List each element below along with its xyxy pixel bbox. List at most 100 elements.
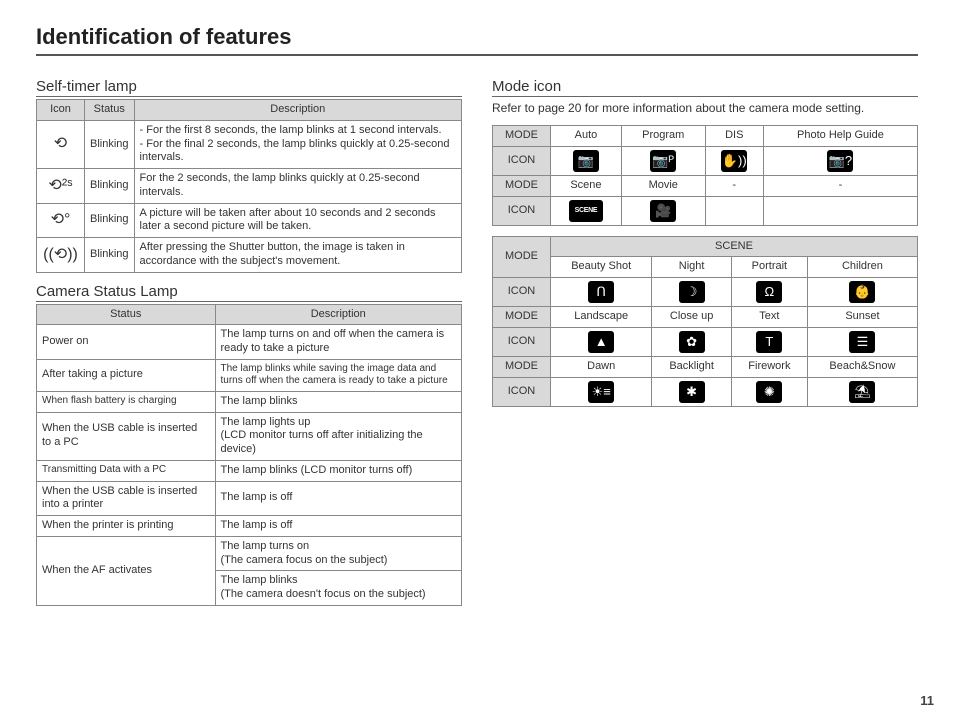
scene-mode-name: Portrait: [731, 257, 807, 278]
title-divider: [36, 54, 918, 56]
mode-label: MODE: [493, 356, 551, 377]
mode-icon-cell: [763, 196, 917, 225]
self-timer-desc: - For the first 8 seconds, the lamp blin…: [134, 120, 461, 168]
self-timer-desc: A picture will be taken after about 10 s…: [134, 203, 461, 238]
dis-icon: ✋)): [721, 150, 747, 172]
mode-scene-table: MODESCENEBeauty ShotNightPortraitChildre…: [492, 236, 918, 407]
scene-icon-cell: ᑎ: [551, 278, 652, 307]
scene-icon-cell: ⛱: [807, 377, 917, 406]
mode-icon-cell: 📷?: [763, 146, 917, 175]
col-icon: Icon: [37, 100, 85, 121]
landscape-icon: ▲: [588, 331, 614, 353]
self-timer-double-icon: ⟲°: [37, 203, 85, 238]
self-timer-status: Blinking: [85, 238, 135, 273]
scene-mode-name: Firework: [731, 356, 807, 377]
mode-name: Movie: [621, 175, 705, 196]
program-icon: 📷ᴾ: [650, 150, 676, 172]
mode-label: MODE: [493, 307, 551, 328]
text-icon: T: [756, 331, 782, 353]
camera-status-cell: When flash battery is charging: [37, 391, 216, 412]
firework-icon: ✺: [756, 381, 782, 403]
mode-name: Scene: [551, 175, 622, 196]
mode-icon-cell: SCENE: [551, 196, 622, 225]
self-timer-status: Blinking: [85, 120, 135, 168]
scene-mode-name: Sunset: [807, 307, 917, 328]
camera-status-desc: The lamp blinks while saving the image d…: [215, 359, 462, 391]
mode-icon-ref: Refer to page 20 for more information ab…: [492, 101, 918, 115]
camera-status-af-desc2: The lamp blinks(The camera doesn't focus…: [215, 571, 462, 606]
mode-top-table: MODEAutoProgramDISPhoto Help GuideICON📷📷…: [492, 125, 918, 226]
icon-label: ICON: [493, 196, 551, 225]
mode-icon-cell: [705, 196, 763, 225]
scene-icon-cell: ▲: [551, 327, 652, 356]
dawn-icon: ☀≡: [588, 381, 614, 403]
camera-status-cell: Power on: [37, 325, 216, 360]
col-status2: Status: [37, 304, 216, 325]
scene-icon-cell: ✱: [652, 377, 732, 406]
page-number: 11: [920, 693, 934, 708]
camera-status-cell: After taking a picture: [37, 359, 216, 391]
mode-label: MODE: [493, 236, 551, 278]
mode-name: Auto: [551, 126, 622, 147]
beauty-shot-icon: ᑎ: [588, 281, 614, 303]
icon-label: ICON: [493, 278, 551, 307]
scene-mode-name: Beach&Snow: [807, 356, 917, 377]
self-timer-status: Blinking: [85, 203, 135, 238]
mode-icon-cell: 📷ᴾ: [621, 146, 705, 175]
portrait-icon: Ω: [756, 281, 782, 303]
scene-mode-name: Beauty Shot: [551, 257, 652, 278]
self-timer-status: Blinking: [85, 169, 135, 204]
night-icon: ☽: [679, 281, 705, 303]
close-up-icon: ✿: [679, 331, 705, 353]
camera-status-cell: When the printer is printing: [37, 516, 216, 537]
mode-icon-cell: 🎥: [621, 196, 705, 225]
beach-snow-icon: ⛱: [849, 381, 875, 403]
camera-status-af: When the AF activates: [37, 536, 216, 605]
mode-name: Photo Help Guide: [763, 126, 917, 147]
col-desc: Description: [134, 100, 461, 121]
scene-icon-cell: 👶: [807, 278, 917, 307]
mode-name: -: [763, 175, 917, 196]
self-timer-desc: For the 2 seconds, the lamp blinks quick…: [134, 169, 461, 204]
camera-status-cell: When the USB cable is inserted to a PC: [37, 412, 216, 460]
scene-icon-cell: Ω: [731, 278, 807, 307]
page-title: Identification of features: [36, 24, 918, 50]
scene-mode-name: Dawn: [551, 356, 652, 377]
self-timer-heading: Self-timer lamp: [36, 78, 462, 97]
scene-mode-name: Night: [652, 257, 732, 278]
mode-name: Program: [621, 126, 705, 147]
scene-icon-cell: ☀≡: [551, 377, 652, 406]
camera-status-desc: The lamp blinks: [215, 391, 462, 412]
camera-status-cell: When the USB cable is inserted into a pr…: [37, 481, 216, 516]
camera-status-desc: The lamp blinks (LCD monitor turns off): [215, 460, 462, 481]
scene-icon-cell: ✿: [652, 327, 732, 356]
auto-icon: 📷: [573, 150, 599, 172]
scene-mode-name: Close up: [652, 307, 732, 328]
scene-mode-name: Backlight: [652, 356, 732, 377]
mode-name: -: [705, 175, 763, 196]
col-status: Status: [85, 100, 135, 121]
scene-icon-cell: T: [731, 327, 807, 356]
camera-status-desc: The lamp turns on and off when the camer…: [215, 325, 462, 360]
movie-icon: 🎥: [650, 200, 676, 222]
camera-status-desc: The lamp is off: [215, 516, 462, 537]
backlight-icon: ✱: [679, 381, 705, 403]
mode-icon-heading: Mode icon: [492, 78, 918, 97]
self-timer-2s-icon: ⟲²ˢ: [37, 169, 85, 204]
photo-help-icon: 📷?: [827, 150, 853, 172]
self-timer-10s-icon: ⟲: [37, 120, 85, 168]
mode-icon-cell: ✋)): [705, 146, 763, 175]
icon-label: ICON: [493, 327, 551, 356]
self-timer-motion-icon: ((⟲)): [37, 238, 85, 273]
children-icon: 👶: [849, 281, 875, 303]
scene-icon-cell: ✺: [731, 377, 807, 406]
camera-status-cell: Transmitting Data with a PC: [37, 460, 216, 481]
icon-label: ICON: [493, 146, 551, 175]
scene-mode-name: Text: [731, 307, 807, 328]
scene-mode-name: Landscape: [551, 307, 652, 328]
col-desc2: Description: [215, 304, 462, 325]
sunset-icon: ☰: [849, 331, 875, 353]
camera-status-heading: Camera Status Lamp: [36, 283, 462, 302]
scene-mode-name: Children: [807, 257, 917, 278]
mode-icon-cell: 📷: [551, 146, 622, 175]
